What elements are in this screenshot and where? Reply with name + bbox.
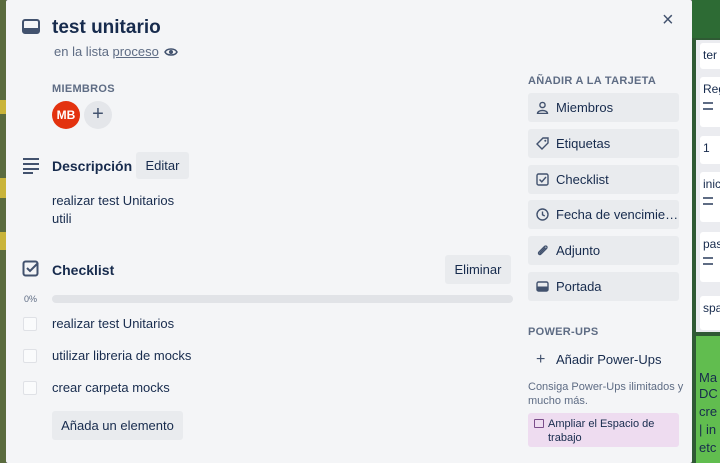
board-card-text: etc — [699, 440, 717, 455]
description-line: utili — [52, 211, 72, 226]
board-card[interactable]: inic — [700, 172, 720, 222]
eye-icon[interactable] — [164, 45, 178, 59]
cover-button[interactable]: Portada — [528, 272, 679, 301]
board-card[interactable]: Reg — [700, 77, 720, 127]
attachment-button-label: Adjunto — [556, 243, 601, 258]
checklist-icon — [22, 260, 39, 277]
avatar[interactable]: MB — [52, 101, 80, 129]
members-button-label: Miembros — [556, 100, 614, 115]
card-title[interactable]: test unitario — [52, 17, 161, 39]
board-card-text: spa — [703, 301, 720, 315]
description-line: realizar test Unitarios — [52, 193, 175, 208]
close-icon[interactable]: × — [662, 10, 674, 30]
checklist-icon — [536, 173, 549, 186]
add-powerups-label: Añadir Power-Ups — [556, 352, 662, 367]
board-card-green[interactable]: Ma DC cre | in etc — [696, 336, 720, 463]
person-icon — [536, 101, 549, 114]
description-icon — [703, 102, 713, 110]
checklist-item[interactable]: realizar test Unitarios — [52, 316, 174, 331]
board-topbar — [692, 0, 720, 38]
upgrade-workspace-label: Ampliar el Espacio de trabajo — [548, 418, 655, 444]
description-text[interactable]: realizar test Unitarios utili — [52, 192, 174, 228]
labels-button-label: Etiquetas — [556, 136, 611, 151]
board-card-text: | in — [699, 422, 717, 437]
board-card-text: DC — [699, 386, 718, 401]
board-card[interactable]: ter — [700, 43, 720, 69]
board-card-text: inic — [703, 177, 720, 191]
checklist-button[interactable]: Checklist — [528, 165, 679, 194]
card-list-location: en la lista proceso — [54, 44, 159, 59]
upgrade-workspace-button[interactable]: Ampliar el Espacio de trabajo — [528, 413, 679, 447]
board-card-text: Reg — [703, 82, 720, 96]
checklist-progress-text: 0% — [24, 294, 38, 304]
add-powerups-button[interactable]: + Añadir Power-Ups — [528, 345, 679, 374]
clock-icon — [536, 208, 549, 221]
due-date-button-label: Fecha de vencimiento — [556, 207, 679, 222]
powerups-note: Consiga Power-Ups ilimitados y mucho más… — [528, 381, 684, 407]
board-card-text: cre — [699, 404, 718, 419]
checklist-title[interactable]: Checklist — [52, 262, 114, 278]
card-detail-modal: test unitario en la lista proceso × MIEM… — [6, 0, 692, 463]
card-cover-icon — [536, 281, 549, 292]
checklist-item[interactable]: crear carpeta mocks — [52, 380, 170, 395]
board-card-text: pas — [703, 237, 720, 251]
checklist-item-checkbox[interactable] — [23, 349, 37, 363]
checklist-progress-bar — [52, 295, 513, 303]
attachment-button[interactable]: Adjunto — [528, 236, 679, 265]
board-card[interactable]: 1 — [700, 136, 720, 164]
tag-icon — [536, 137, 549, 150]
card-icon — [22, 19, 40, 34]
in-list-prefix: en la lista — [54, 44, 109, 59]
delete-checklist-button[interactable]: Eliminar — [445, 255, 511, 284]
powerups-label: POWER-UPS — [528, 326, 599, 338]
description-icon — [23, 158, 39, 174]
labels-button[interactable]: Etiquetas — [528, 129, 679, 158]
checklist-item[interactable]: utilizar libreria de mocks — [52, 348, 191, 363]
description-icon — [703, 257, 713, 265]
edit-description-button[interactable]: Editar — [136, 152, 189, 179]
board-background-right: ter Reg 1 inic pas spa Ma DC cre | in et… — [692, 0, 720, 463]
members-button[interactable]: Miembros — [528, 93, 679, 122]
due-date-button[interactable]: Fecha de vencimiento — [528, 200, 679, 229]
description-icon — [703, 197, 713, 205]
paperclip-icon — [537, 245, 548, 256]
checklist-item-checkbox[interactable] — [23, 317, 37, 331]
members-label: MIEMBROS — [52, 83, 115, 95]
board-card[interactable]: spa — [700, 296, 720, 330]
board-card[interactable]: pas — [700, 232, 720, 282]
add-checklist-item-button[interactable]: Añada un elemento — [52, 411, 183, 440]
add-member-button[interactable]: + — [84, 101, 112, 129]
cover-button-label: Portada — [556, 279, 602, 294]
board-card-text: 1 — [703, 141, 710, 155]
checklist-item-checkbox[interactable] — [23, 381, 37, 395]
board-card-text: ter — [703, 48, 718, 62]
checklist-button-label: Checklist — [556, 172, 609, 187]
description-title: Descripción — [52, 158, 133, 174]
add-to-card-label: AÑADIR A LA TARJETA — [528, 75, 657, 87]
list-name-link[interactable]: proceso — [113, 44, 159, 59]
plus-icon: + — [536, 351, 546, 368]
briefcase-icon — [534, 419, 544, 428]
board-card-text: Ma — [699, 370, 718, 385]
